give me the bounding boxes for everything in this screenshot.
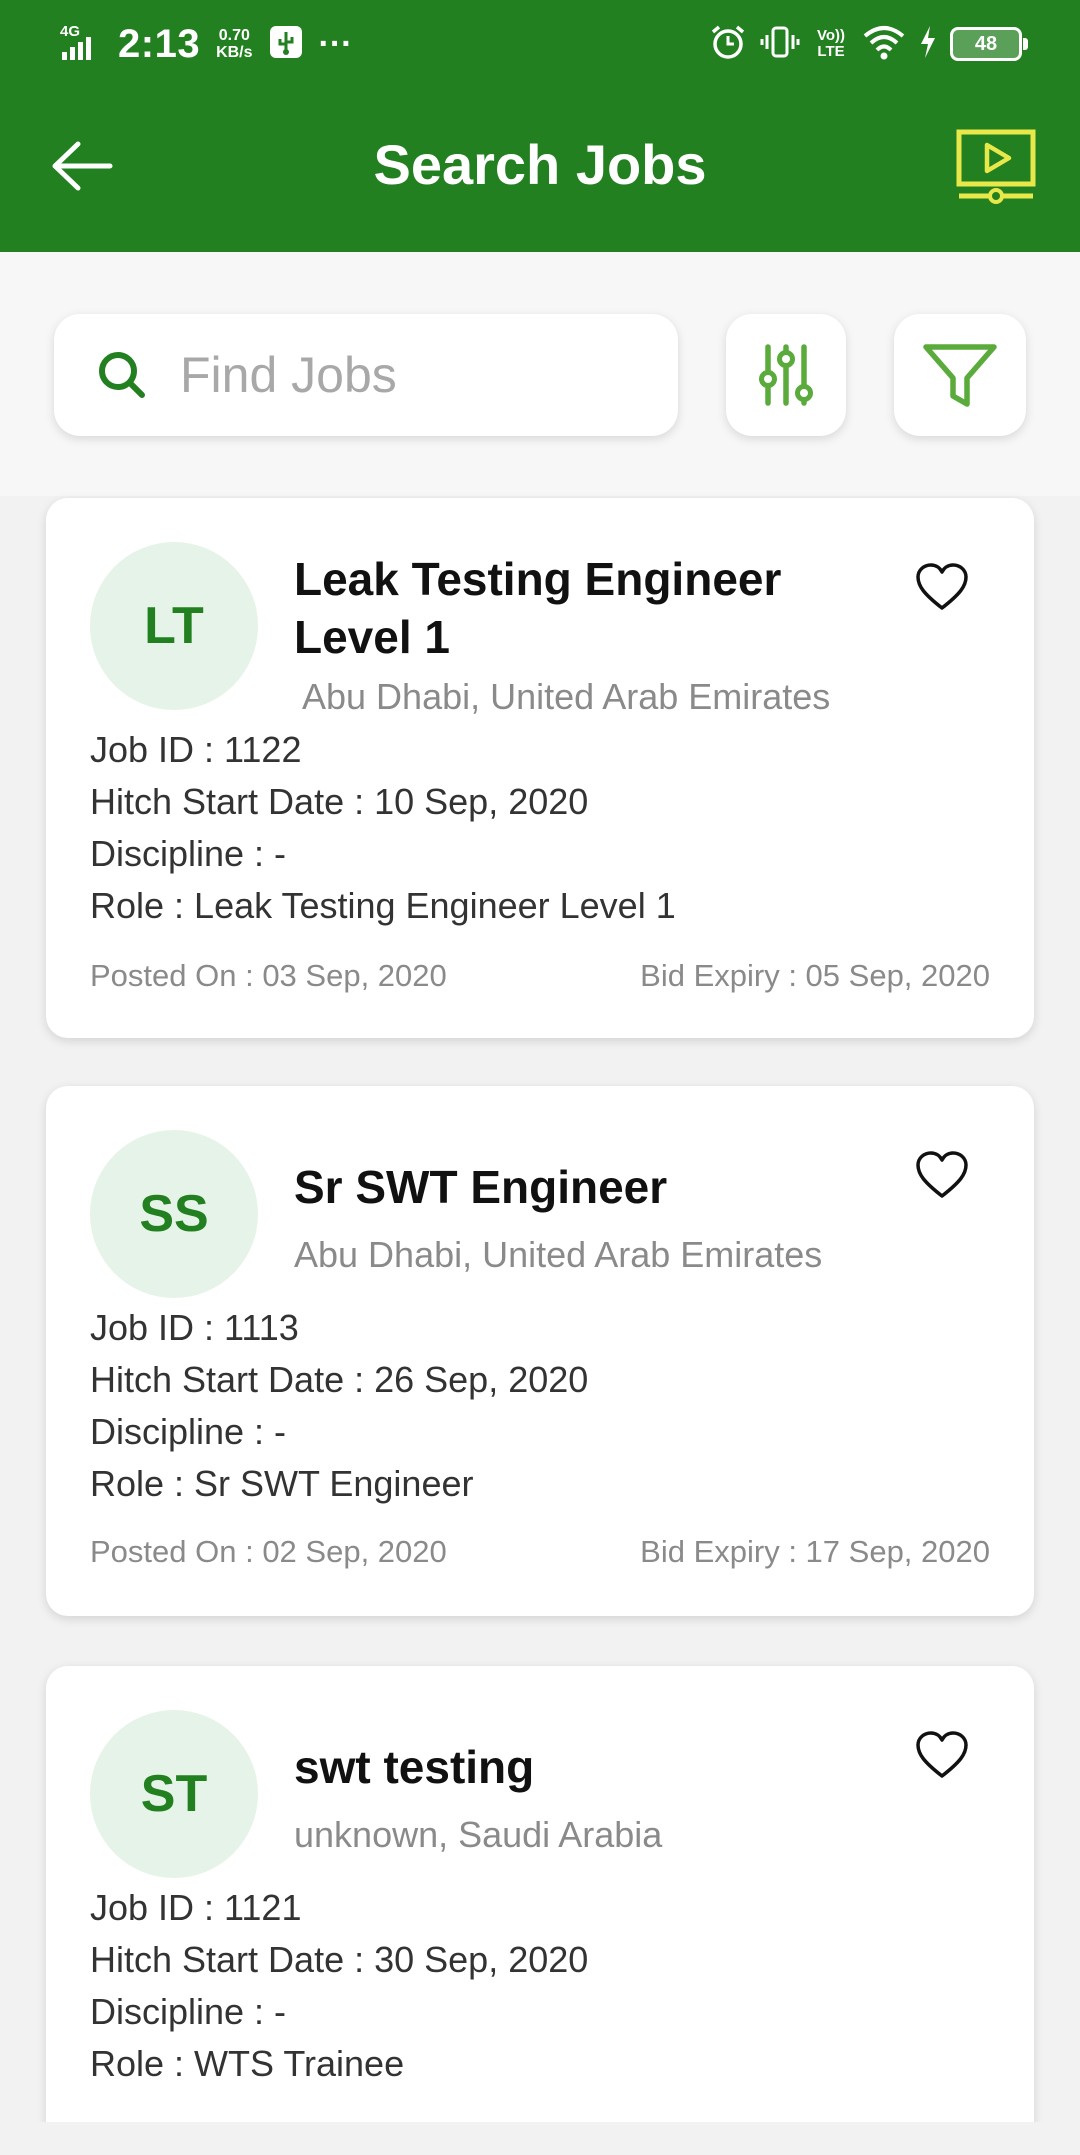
search-input[interactable] [178,345,642,405]
role: Role : Sr SWT Engineer [90,1463,474,1504]
job-location: Abu Dhabi, United Arab Emirates [302,676,831,717]
posted-on: Posted On : 03 Sep, 2020 [90,958,447,993]
wifi-icon [862,22,906,67]
search-bar-area [0,252,1080,496]
job-card[interactable]: ST swt testing unknown, Saudi Arabia Job… [46,1666,1034,2155]
discipline: Discipline : - [90,833,287,874]
job-details: Job ID : 1121 Hitch Start Date : 30 Sep,… [90,1882,588,2090]
status-bar: 4G 2:13 0.70 KB/s ··· Vo)) LTE 48 [0,0,1080,88]
favorite-button[interactable] [914,1730,970,1780]
video-tutorial-button[interactable] [955,128,1037,206]
job-id: Job ID : 1122 [90,729,302,770]
battery-icon: 48 [950,27,1028,61]
page-title: Search Jobs [373,133,707,196]
svg-text:4G: 4G [60,23,80,40]
posted-on: Posted On : 02 Sep, 2020 [90,1534,447,1569]
role: Role : Leak Testing Engineer Level 1 [90,885,676,926]
job-title: swt testing [294,1741,535,1793]
job-initials-avatar: SS [90,1130,258,1298]
job-title: Leak Testing Engineer Level 1 [294,553,782,663]
job-card[interactable]: LT Leak Testing Engineer Level 1 Abu Dha… [46,498,1034,1038]
heart-icon [916,1151,968,1198]
charging-icon [918,24,938,65]
status-time: 2:13 [118,21,201,66]
network-speed: 0.70 KB/s [216,27,253,61]
job-location: Abu Dhabi, United Arab Emirates [294,1234,823,1275]
job-location: unknown, Saudi Arabia [294,1814,663,1855]
favorite-button[interactable] [914,1150,970,1200]
job-title: Sr SWT Engineer [294,1161,668,1213]
sliders-icon [759,344,813,406]
filter-icon [923,344,997,407]
role: Role : WTS Trainee [90,2043,405,2084]
discipline: Discipline : - [90,1991,287,2032]
job-initials-avatar: ST [90,1710,258,1878]
job-id: Job ID : 1121 [90,1887,302,1928]
vibrate-icon [760,22,800,67]
job-footer: Posted On : 03 Sep, 2020 Bid Expiry : 05… [90,958,990,994]
alarm-icon [708,22,748,67]
favorite-button[interactable] [914,562,970,612]
app-screen: 4G 2:13 0.70 KB/s ··· Vo)) LTE 48 Search… [0,0,1080,2155]
search-icon [99,352,145,398]
heart-icon [916,1731,968,1778]
signal-icon: 4G [58,22,102,67]
job-footer: Posted On : 02 Sep, 2020 Bid Expiry : 17… [90,1534,990,1570]
job-details: Job ID : 1113 Hitch Start Date : 26 Sep,… [90,1302,588,1510]
sort-options-button[interactable] [726,314,846,436]
heart-icon [916,563,968,610]
job-card[interactable]: SS Sr SWT Engineer Abu Dhabi, United Ara… [46,1086,1034,1616]
volte-icon: Vo)) LTE [816,27,846,60]
usb-icon [269,25,303,64]
job-id: Job ID : 1113 [90,1307,299,1348]
job-details: Job ID : 1122 Hitch Start Date : 10 Sep,… [90,724,676,932]
search-box[interactable] [54,314,678,436]
bid-expiry: Bid Expiry : 05 Sep, 2020 [640,958,990,993]
video-tutorial-icon [956,129,1036,204]
bottom-edge [0,2122,1080,2155]
app-header: 4G 2:13 0.70 KB/s ··· Vo)) LTE 48 Search… [0,0,1080,252]
bid-expiry: Bid Expiry : 17 Sep, 2020 [640,1534,990,1569]
hitch-start-date: Hitch Start Date : 26 Sep, 2020 [90,1359,589,1400]
hitch-start-date: Hitch Start Date : 10 Sep, 2020 [90,781,589,822]
hitch-start-date: Hitch Start Date : 30 Sep, 2020 [90,1939,589,1980]
more-notifications-icon: ··· [318,24,353,63]
filter-button[interactable] [894,314,1026,436]
discipline: Discipline : - [90,1411,287,1452]
job-initials-avatar: LT [90,542,258,710]
